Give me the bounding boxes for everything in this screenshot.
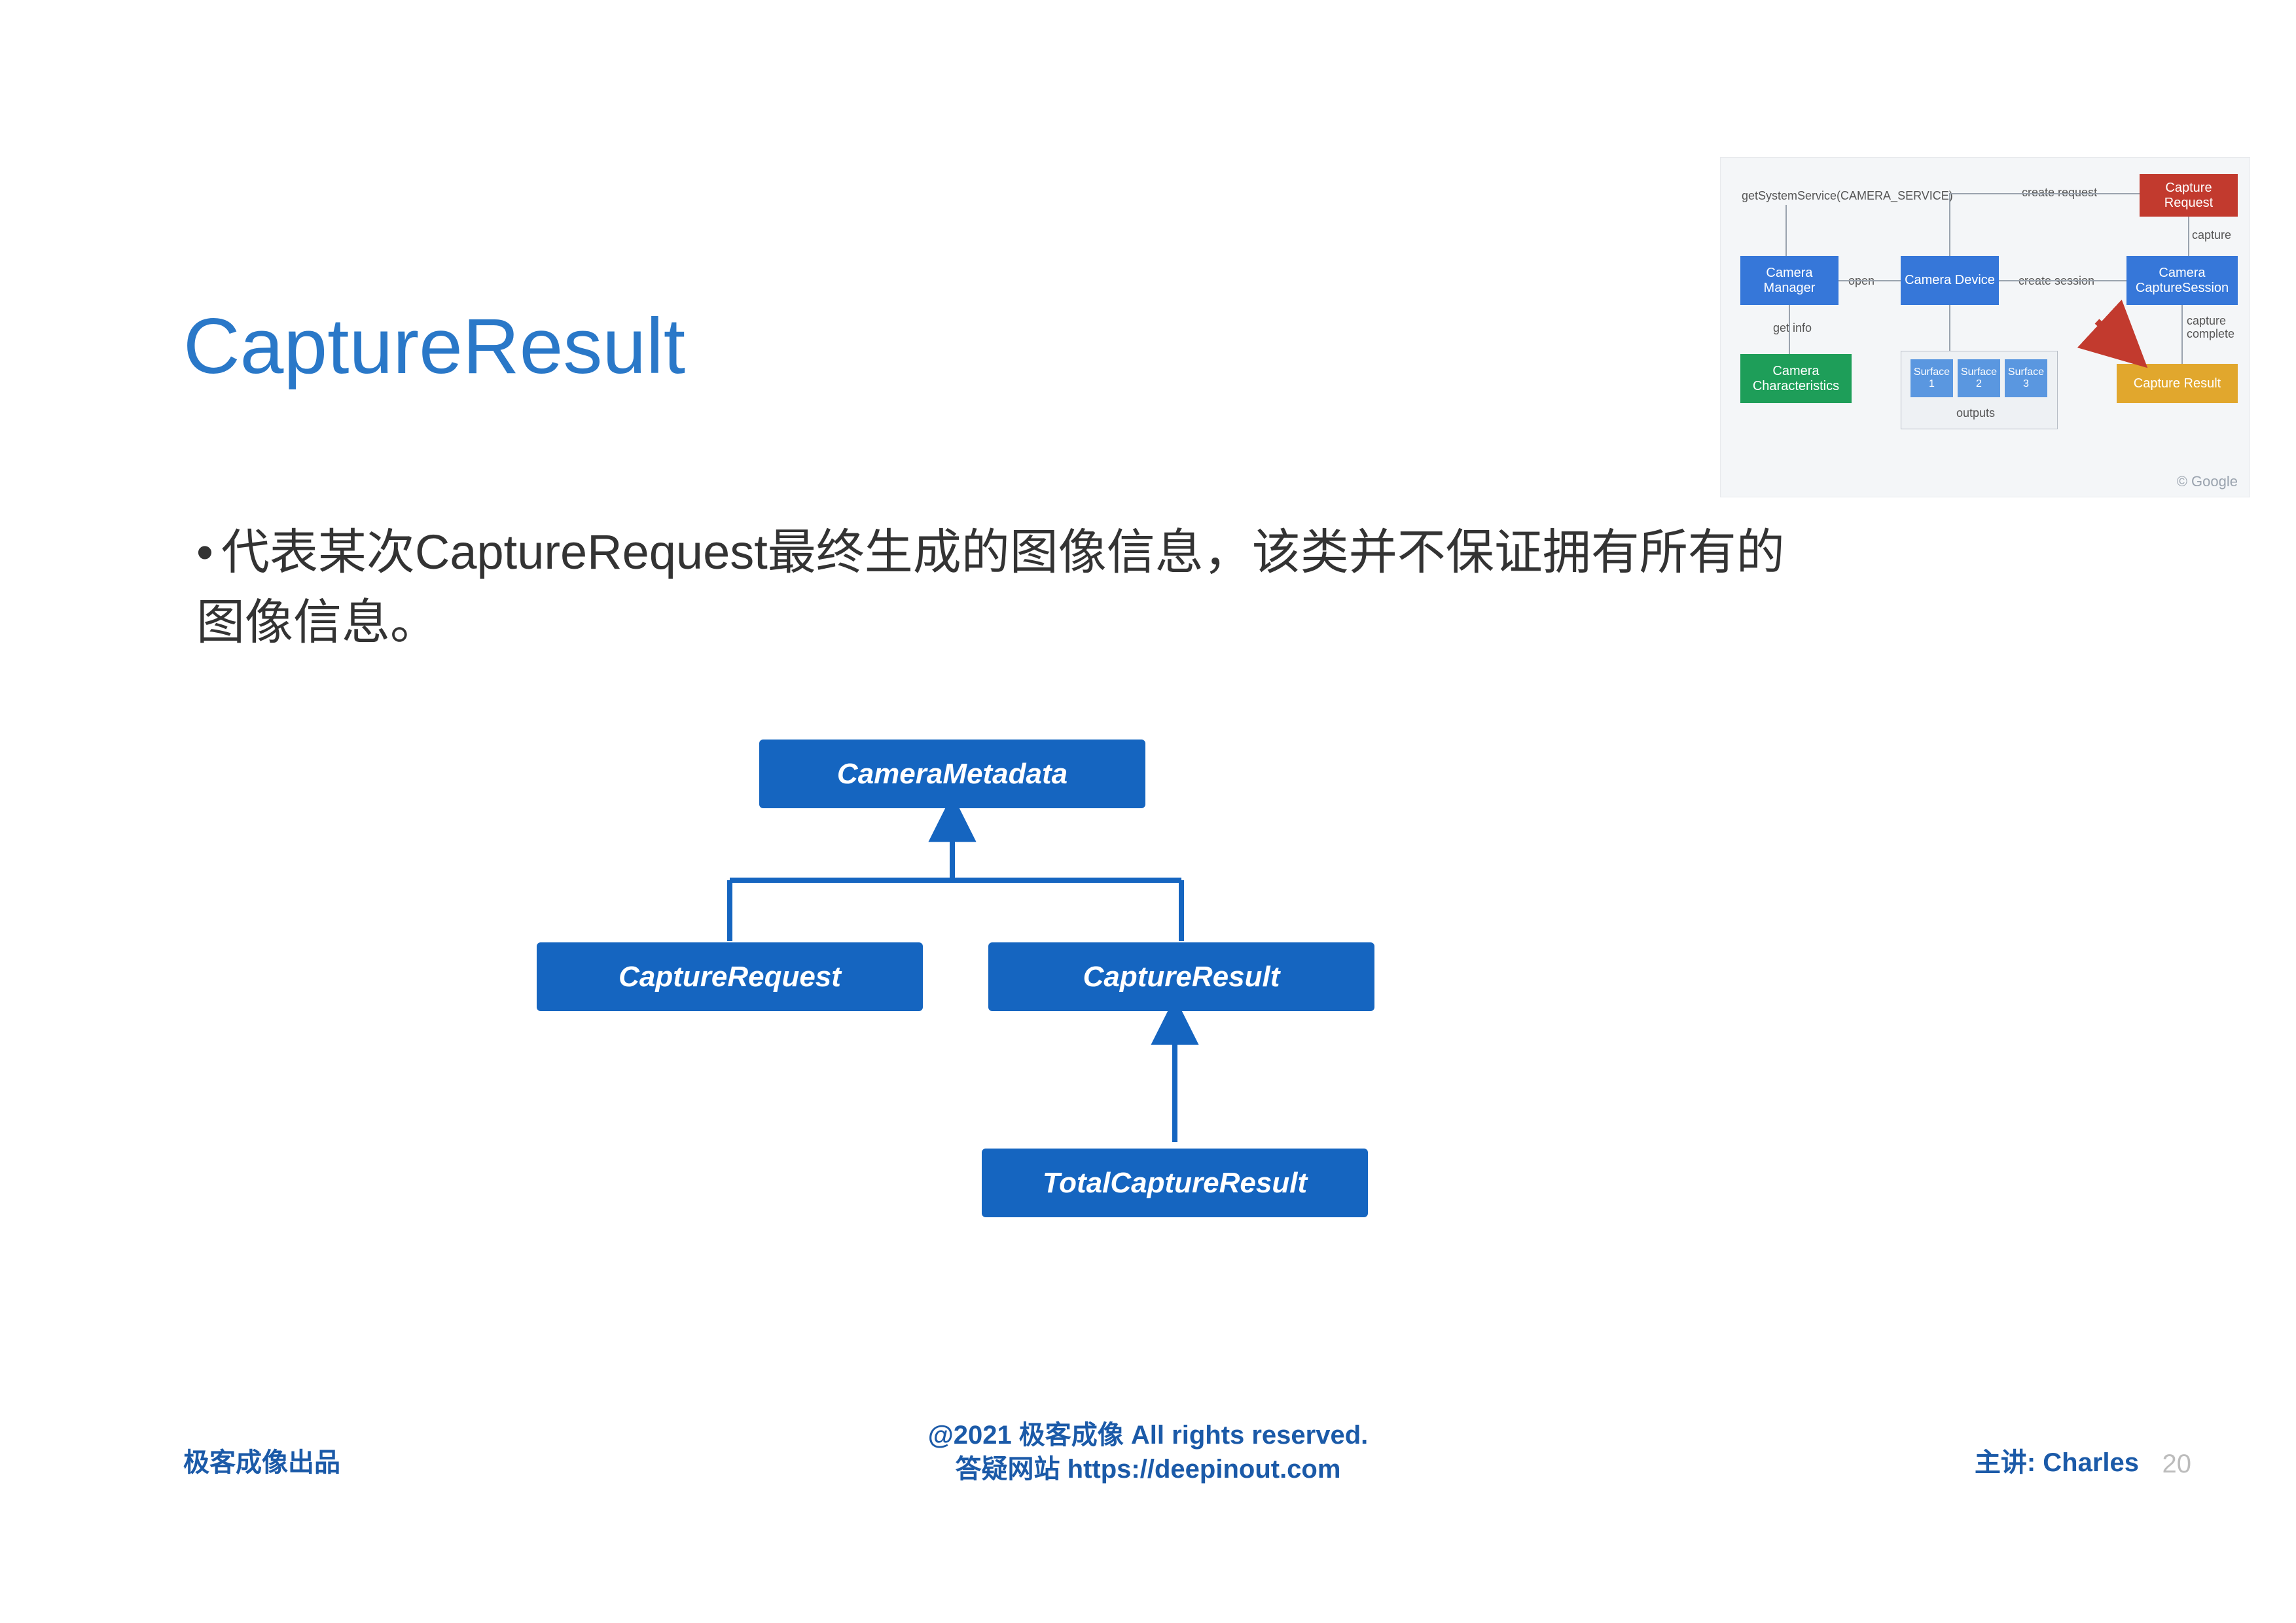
thumb-connectors	[1721, 158, 2251, 498]
bullet-text: 代表某次CaptureRequest最终生成的图像信息，该类并不保证拥有所有的图…	[196, 525, 1785, 649]
footer-mid-line1: @2021 极客成像 All rights reserved.	[0, 1414, 2296, 1452]
box-capture-request: CaptureRequest	[537, 942, 923, 1011]
box-capture-result: CaptureResult	[988, 942, 1374, 1011]
box-total-capture-result: TotalCaptureResult	[982, 1149, 1368, 1217]
page-number: 20	[2162, 1450, 2192, 1479]
thumb-copyright: © Google	[2177, 473, 2238, 490]
class-hierarchy-diagram: CameraMetadata CaptureRequest CaptureRes…	[537, 740, 1453, 1263]
page-title: CaptureResult	[183, 301, 685, 391]
bullet-item: •代表某次CaptureRequest最终生成的图像信息，该类并不保证拥有所有的…	[196, 517, 1833, 658]
thumbnail-diagram: getSystemService(CAMERA_SERVICE) Camera …	[1720, 157, 2250, 497]
bullet-dot: •	[196, 517, 213, 587]
footer-mid-line2: 答疑网站 https://deepinout.com	[0, 1448, 2296, 1486]
box-camera-metadata: CameraMetadata	[759, 740, 1145, 808]
footer-right: 主讲: Charles	[1975, 1441, 2139, 1479]
